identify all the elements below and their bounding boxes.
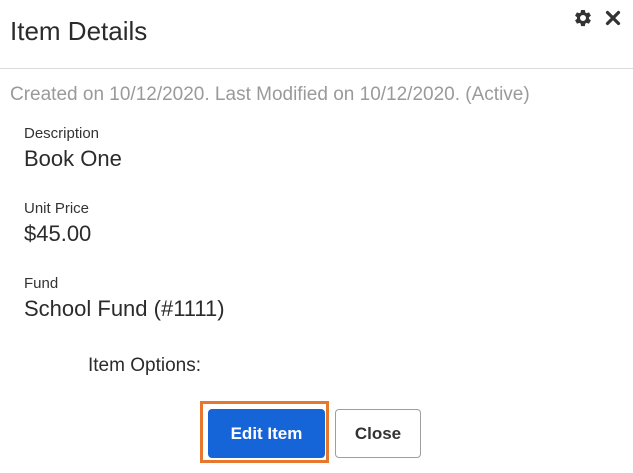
unit-price-field: Unit Price $45.00 (24, 200, 91, 247)
created-modified-info: Created on 10/12/2020. Last Modified on … (10, 84, 530, 105)
fund-field: Fund School Fund (#1111) (24, 275, 225, 322)
fund-label: Fund (24, 275, 59, 292)
description-label: Description (24, 125, 100, 142)
unit-price-value: $45.00 (24, 221, 92, 246)
item-details-dialog: Item Details Created on 10/12/2020. Last… (0, 0, 633, 473)
dialog-header: Item Details (0, 0, 633, 69)
close-button[interactable]: Close (335, 409, 421, 458)
fund-value: School Fund (#1111) (24, 296, 225, 321)
close-icon[interactable] (603, 8, 623, 28)
description-value: Book One (24, 146, 122, 171)
gear-icon[interactable] (573, 8, 593, 28)
header-actions (573, 8, 623, 28)
edit-item-button[interactable]: Edit Item (208, 409, 325, 458)
dialog-title: Item Details (10, 16, 148, 46)
unit-price-label: Unit Price (24, 200, 90, 217)
item-options-label: Item Options: (88, 355, 201, 376)
description-field: Description Book One (24, 125, 122, 172)
